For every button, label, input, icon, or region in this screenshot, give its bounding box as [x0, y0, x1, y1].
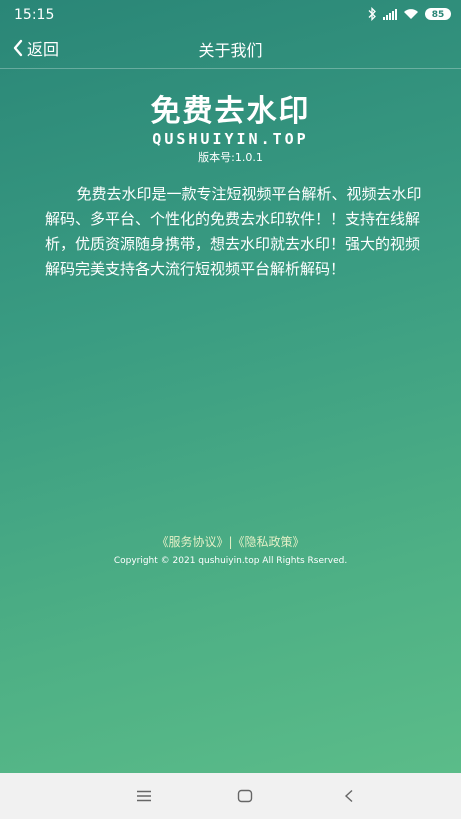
- logo-title: 免费去水印: [150, 94, 311, 129]
- footer-links: 《服务协议》|《隐私政策》: [0, 533, 461, 550]
- system-nav-bar: [0, 773, 461, 819]
- status-icons: 85: [367, 7, 451, 21]
- page-title: 关于我们: [198, 41, 263, 60]
- status-bar: 15:15 85: [0, 0, 461, 34]
- home-nav-button[interactable]: [235, 787, 255, 805]
- back-nav-button[interactable]: [339, 787, 359, 805]
- status-time: 15:15: [14, 7, 55, 23]
- logo-subtitle: QUSHUIYIN.TOP: [152, 130, 309, 148]
- privacy-policy-link[interactable]: 《隐私政策》: [233, 535, 305, 549]
- back-nav-icon: [344, 789, 353, 803]
- bluetooth-icon: [368, 7, 376, 21]
- menu-nav-button[interactable]: [134, 787, 154, 805]
- version-label: 版本号:1.0.1: [198, 151, 263, 164]
- copyright-text: Copyright © 2021 qushuiyin.top All Right…: [113, 556, 348, 566]
- signal-icon: [383, 8, 397, 20]
- app-description: 免费去水印是一款专注短视频平台解析、视频去水印解码、多平台、个性化的免费去水印软…: [45, 185, 422, 278]
- about-screen: 15:15 85 返回 关于我们 免费去水印 QUSHUIYIN.TOP 版本号…: [0, 0, 461, 773]
- service-agreement-link[interactable]: 《服务协议》: [156, 535, 228, 549]
- menu-icon: [137, 790, 151, 802]
- wifi-icon: [404, 9, 418, 19]
- header-divider: [0, 68, 461, 69]
- app-logo: 免费去水印 QUSHUIYIN.TOP: [0, 94, 461, 149]
- home-icon: [237, 789, 253, 803]
- battery-icon: 85: [425, 8, 451, 20]
- header-bar: 返回 关于我们: [0, 34, 461, 68]
